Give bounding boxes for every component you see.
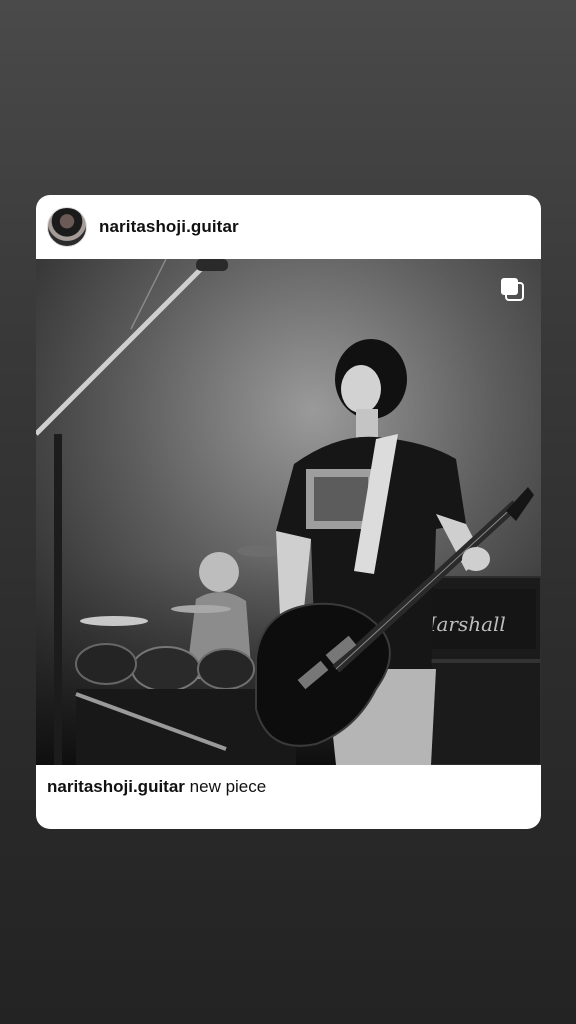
carousel-multiple-photos-icon xyxy=(501,278,524,301)
post-header: naritashoji.guitar xyxy=(36,195,541,259)
concert-photo-illustration: Marshall xyxy=(36,259,541,765)
caption-username[interactable]: naritashoji.guitar xyxy=(47,777,185,796)
story-post-card[interactable]: naritashoji.guitar Marshall naritashoji.… xyxy=(36,195,541,829)
profile-avatar[interactable] xyxy=(47,207,87,247)
post-caption: naritashoji.guitar new piece xyxy=(47,777,266,797)
post-username[interactable]: naritashoji.guitar xyxy=(99,217,239,237)
post-photo[interactable]: Marshall xyxy=(36,259,541,765)
caption-text: new piece xyxy=(189,777,267,796)
